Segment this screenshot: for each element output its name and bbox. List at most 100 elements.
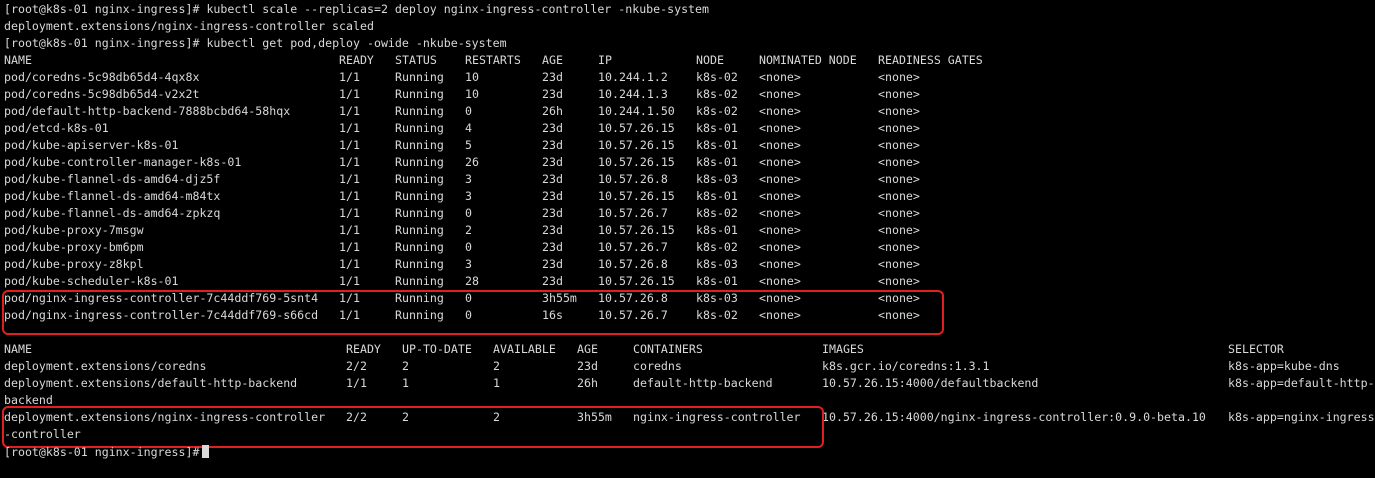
pod-name: pod/kube-scheduler-k8s-01 xyxy=(4,274,179,288)
pod-name: pod/kube-proxy-z8kpl xyxy=(4,257,144,271)
column-header: READY xyxy=(339,53,374,67)
pod-readiness-gates: <none> xyxy=(878,138,920,152)
pod-ready: 1/1 xyxy=(339,291,360,305)
pod-row: pod/nginx-ingress-controller-7c44ddf769-… xyxy=(0,307,920,324)
pod-name: pod/kube-flannel-ds-amd64-m84tx xyxy=(4,189,221,203)
pod-nominated-node: <none> xyxy=(759,257,801,271)
pod-readiness-gates: <none> xyxy=(878,257,920,271)
pod-name: pod/kube-apiserver-k8s-01 xyxy=(4,138,179,152)
pod-node: k8s-02 xyxy=(696,206,738,220)
pod-ip: 10.57.26.7 xyxy=(598,206,668,220)
pod-ip: 10.57.26.15 xyxy=(598,138,675,152)
pod-age: 23d xyxy=(542,70,563,84)
deployment-selector: k8s-app=nginx-ingress xyxy=(1228,410,1375,424)
pod-node: k8s-02 xyxy=(696,70,738,84)
pod-ip: 10.57.26.8 xyxy=(598,172,668,186)
column-header: NOMINATED NODE xyxy=(759,53,857,67)
pod-node: k8s-01 xyxy=(696,121,738,135)
deployment-up-to-date: 2 xyxy=(402,410,409,424)
column-header: AVAILABLE xyxy=(493,342,556,356)
pod-ready: 1/1 xyxy=(339,104,360,118)
command-line-scale: [root@k8s-01 nginx-ingress]# kubectl sca… xyxy=(4,1,709,18)
pod-ready: 1/1 xyxy=(339,189,360,203)
terminal-window[interactable]: [root@k8s-01 nginx-ingress]# kubectl sca… xyxy=(0,0,1375,478)
pod-status: Running xyxy=(395,121,444,135)
pod-age: 23d xyxy=(542,206,563,220)
text-cursor xyxy=(202,445,210,458)
pod-ip: 10.57.26.8 xyxy=(598,257,668,271)
pod-ip: 10.57.26.15 xyxy=(598,121,675,135)
pod-restarts: 28 xyxy=(465,274,479,288)
deployment-ready: 2/2 xyxy=(346,359,367,373)
pod-node: k8s-03 xyxy=(696,257,738,271)
pod-status: Running xyxy=(395,189,444,203)
pod-row: pod/kube-controller-manager-k8s-01 1/1 R… xyxy=(0,154,920,171)
pod-status: Running xyxy=(395,308,444,322)
pod-age: 23d xyxy=(542,274,563,288)
pod-node: k8s-03 xyxy=(696,291,738,305)
pod-readiness-gates: <none> xyxy=(878,274,920,288)
pod-row: pod/kube-scheduler-k8s-01 1/1 Running 28… xyxy=(0,273,920,290)
pod-row: pod/kube-flannel-ds-amd64-m84tx 1/1 Runn… xyxy=(0,188,920,205)
pod-readiness-gates: <none> xyxy=(878,121,920,135)
deployment-selector: k8s-app=kube-dns xyxy=(1228,359,1340,373)
pod-row: pod/nginx-ingress-controller-7c44ddf769-… xyxy=(0,290,920,307)
pod-row: pod/kube-proxy-z8kpl 1/1 Running 3 23d 1… xyxy=(0,256,920,273)
pod-restarts: 0 xyxy=(465,104,472,118)
shell-prompt: [root@k8s-01 nginx-ingress]# xyxy=(4,445,200,459)
pod-ip: 10.244.1.2 xyxy=(598,70,668,84)
pod-row: pod/kube-proxy-7msgw 1/1 Running 2 23d 1… xyxy=(0,222,920,239)
pod-node: k8s-01 xyxy=(696,138,738,152)
pod-age: 23d xyxy=(542,223,563,237)
pod-readiness-gates: <none> xyxy=(878,240,920,254)
pod-restarts: 0 xyxy=(465,308,472,322)
pod-row: pod/kube-proxy-bm6pm 1/1 Running 0 23d 1… xyxy=(0,239,920,256)
pod-status: Running xyxy=(395,172,444,186)
pod-readiness-gates: <none> xyxy=(878,172,920,186)
pod-status: Running xyxy=(395,104,444,118)
pod-name: pod/kube-flannel-ds-amd64-zpkzq xyxy=(4,206,221,220)
column-header: READINESS GATES xyxy=(878,53,983,67)
pod-readiness-gates: <none> xyxy=(878,189,920,203)
command-line-current[interactable]: [root@k8s-01 nginx-ingress]# xyxy=(4,444,210,461)
pod-name: pod/kube-proxy-7msgw xyxy=(4,223,144,237)
pod-age: 23d xyxy=(542,138,563,152)
pod-readiness-gates: <none> xyxy=(878,291,920,305)
pod-nominated-node: <none> xyxy=(759,223,801,237)
deployment-selector: k8s-app=default-http- xyxy=(1228,376,1375,390)
pod-row: pod/kube-apiserver-k8s-01 1/1 Running 5 … xyxy=(0,137,920,154)
pod-readiness-gates: <none> xyxy=(878,70,920,84)
pod-ready: 1/1 xyxy=(339,274,360,288)
pod-nominated-node: <none> xyxy=(759,291,801,305)
pod-node: k8s-01 xyxy=(696,223,738,237)
deployment-name: deployment.extensions/nginx-ingress-cont… xyxy=(4,410,326,424)
column-header: READY xyxy=(346,342,381,356)
pod-name: pod/kube-flannel-ds-amd64-djz5f xyxy=(4,172,221,186)
command-line-get: [root@k8s-01 nginx-ingress]# kubectl get… xyxy=(4,35,507,52)
pod-restarts: 0 xyxy=(465,206,472,220)
pod-status: Running xyxy=(395,70,444,84)
pod-status: Running xyxy=(395,87,444,101)
column-header: STATUS xyxy=(395,53,437,67)
pod-ready: 1/1 xyxy=(339,223,360,237)
pod-ready: 1/1 xyxy=(339,257,360,271)
pod-row: pod/coredns-5c98db65d4-v2x2t 1/1 Running… xyxy=(0,86,920,103)
pod-ip: 10.244.1.50 xyxy=(598,104,675,118)
column-header: CONTAINERS xyxy=(633,342,703,356)
pod-restarts: 3 xyxy=(465,172,472,186)
pod-restarts: 3 xyxy=(465,257,472,271)
pod-status: Running xyxy=(395,274,444,288)
pod-ready: 1/1 xyxy=(339,308,360,322)
pod-status: Running xyxy=(395,257,444,271)
deployment-containers: nginx-ingress-controller xyxy=(633,410,801,424)
pod-ip: 10.244.1.3 xyxy=(598,87,668,101)
pod-ready: 1/1 xyxy=(339,121,360,135)
pod-restarts: 10 xyxy=(465,87,479,101)
deployment-row: deployment.extensions/coredns 2/2 2 2 23… xyxy=(0,358,1340,375)
pod-name: pod/default-http-backend-7888bcbd64-58hq… xyxy=(4,104,291,118)
pod-nominated-node: <none> xyxy=(759,121,801,135)
pod-node: k8s-01 xyxy=(696,274,738,288)
command-text: kubectl scale --replicas=2 deploy nginx-… xyxy=(206,2,709,16)
pod-nominated-node: <none> xyxy=(759,206,801,220)
deployment-containers: default-http-backend xyxy=(633,376,773,390)
